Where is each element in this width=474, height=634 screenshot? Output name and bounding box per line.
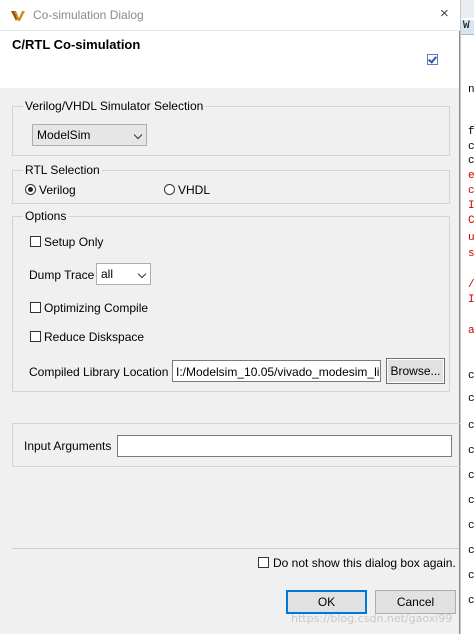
background-toolbar xyxy=(461,0,474,18)
code-glyph: c xyxy=(468,520,474,532)
code-glyph: c xyxy=(468,470,474,482)
cancel-button[interactable]: Cancel xyxy=(375,590,456,614)
dump-trace-value: all xyxy=(101,267,114,281)
code-glyph: e xyxy=(468,170,474,182)
background-tab[interactable]: W xyxy=(461,20,474,35)
reduce-diskspace-checkbox[interactable] xyxy=(30,331,41,342)
code-glyph: c xyxy=(468,570,474,582)
vivado-hls-icon xyxy=(11,11,25,21)
code-glyph: c xyxy=(468,420,474,432)
code-glyph: C xyxy=(468,215,474,227)
input-arguments-input[interactable] xyxy=(117,435,452,457)
rtl-group: RTL Selection Verilog VHDL xyxy=(12,163,450,204)
footer-divider xyxy=(12,548,459,549)
title-bar[interactable]: Co-simulation Dialog × xyxy=(0,0,460,31)
code-glyph: u xyxy=(468,232,474,244)
code-glyph: I xyxy=(468,200,474,212)
background-tab-label: W xyxy=(463,20,470,32)
browse-button[interactable]: Browse... xyxy=(386,358,445,384)
optimizing-compile-label: Optimizing Compile xyxy=(44,301,149,315)
window-title: Co-simulation Dialog xyxy=(33,8,144,22)
compiled-library-value: I:/Modelsim_10.05/vivado_modesim_lib xyxy=(176,365,381,379)
chevron-down-icon xyxy=(133,130,143,140)
setup-only-checkbox[interactable] xyxy=(30,236,41,247)
watermark: https://blog.csdn.net/gaoxi99 xyxy=(291,612,453,625)
dont-show-checkbox[interactable] xyxy=(258,557,269,568)
code-glyph: c xyxy=(468,185,474,197)
background-editor: W n f c c e c I C u s / I a c c c c c c … xyxy=(460,0,474,634)
setup-only-label: Setup Only xyxy=(44,235,104,249)
simulator-select[interactable]: ModelSim xyxy=(32,124,147,146)
header-panel: C/RTL Co-simulation xyxy=(0,31,459,88)
options-group-label: Options xyxy=(23,209,69,223)
code-glyph: s xyxy=(468,248,474,260)
simulator-group-label: Verilog/VHDL Simulator Selection xyxy=(23,99,206,113)
optimizing-compile-checkbox[interactable] xyxy=(30,302,41,313)
close-icon[interactable]: × xyxy=(440,5,449,22)
dump-trace-label: Dump Trace xyxy=(29,268,95,282)
vhdl-label: VHDL xyxy=(178,183,211,197)
code-glyph: / xyxy=(468,279,474,291)
dump-trace-select[interactable]: all xyxy=(96,263,151,285)
compiled-library-label: Compiled Library Location xyxy=(29,365,169,379)
code-glyph: c xyxy=(468,595,474,607)
input-arguments-label: Input Arguments xyxy=(24,439,112,453)
code-glyph: f xyxy=(468,126,474,138)
page-title: C/RTL Co-simulation xyxy=(12,37,141,52)
dont-show-label: Do not show this dialog box again. xyxy=(273,556,456,570)
code-glyph: c xyxy=(468,545,474,557)
code-glyph: c xyxy=(468,155,474,167)
code-glyph: c xyxy=(468,141,474,153)
code-glyph: c xyxy=(468,393,474,405)
chevron-down-icon xyxy=(137,269,147,279)
rtl-group-label: RTL Selection xyxy=(23,163,102,177)
code-glyph: I xyxy=(468,294,474,306)
options-group: Options Setup Only Dump Trace all Optimi… xyxy=(12,209,450,392)
code-glyph: n xyxy=(468,84,474,96)
co-simulation-dialog: Co-simulation Dialog × C/RTL Co-simulati… xyxy=(0,0,460,634)
simulator-select-value: ModelSim xyxy=(37,128,91,142)
code-glyph: c xyxy=(468,445,474,457)
ok-button[interactable]: OK xyxy=(286,590,367,614)
verilog-label: Verilog xyxy=(39,183,76,197)
simulator-group: Verilog/VHDL Simulator Selection ModelSi… xyxy=(12,99,450,156)
code-glyph: a xyxy=(468,325,474,337)
reduce-diskspace-label: Reduce Diskspace xyxy=(44,330,145,344)
code-glyph: c xyxy=(468,370,474,382)
compiled-library-input[interactable]: I:/Modelsim_10.05/vivado_modesim_lib xyxy=(172,360,381,382)
code-glyph: c xyxy=(468,495,474,507)
input-arguments-group: Input Arguments xyxy=(12,423,460,467)
vhdl-radio[interactable] xyxy=(164,184,175,195)
verilog-radio[interactable] xyxy=(25,184,36,195)
header-checkbox[interactable] xyxy=(427,54,438,65)
